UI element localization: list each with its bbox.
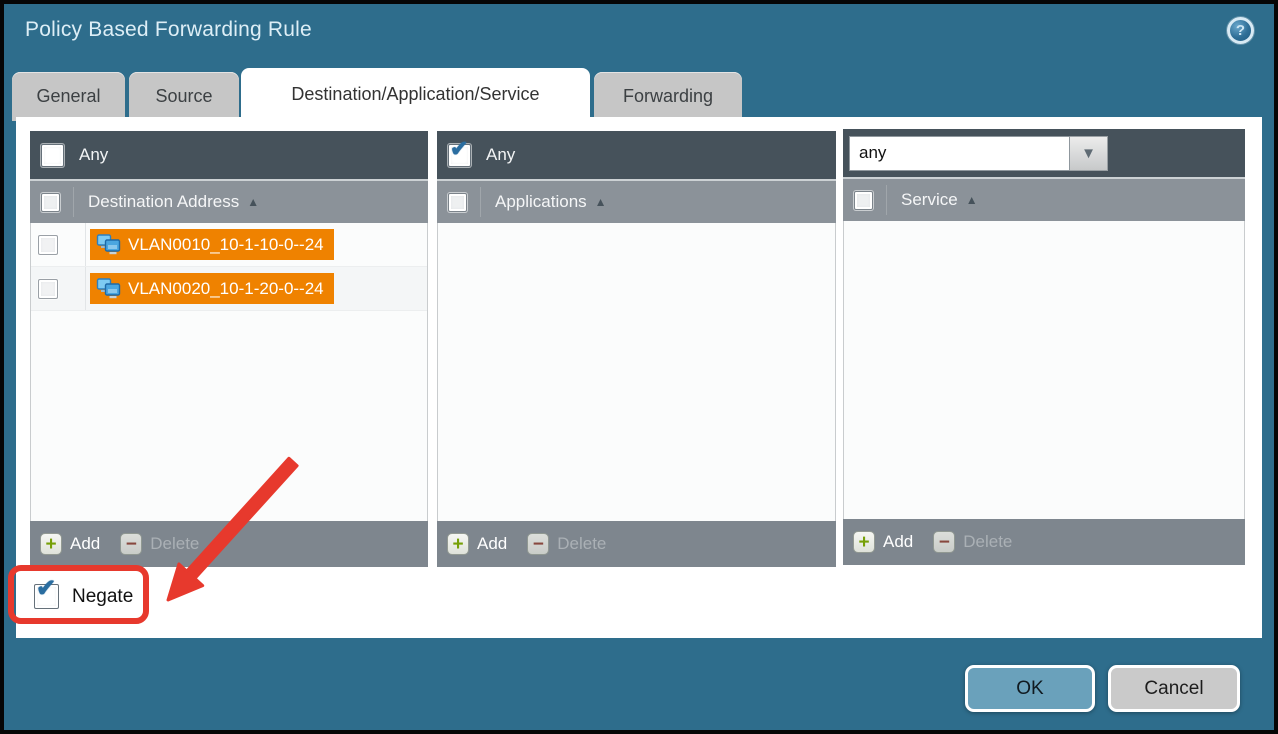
applications-any-checkbox[interactable]: ✔ xyxy=(448,144,471,167)
network-address-icon xyxy=(96,278,121,299)
applications-any-row: ✔ Any xyxy=(437,131,836,179)
dialog-title: Policy Based Forwarding Rule xyxy=(25,18,312,42)
delete-button[interactable]: − Delete xyxy=(933,531,1012,553)
destination-select-all-checkbox[interactable] xyxy=(41,193,60,212)
negate-control: ✔ Negate xyxy=(34,584,133,609)
service-dropdown-value[interactable]: any xyxy=(849,136,1070,171)
sort-ascending-icon: ▲ xyxy=(966,193,978,207)
address-object-chip[interactable]: VLAN0020_10-1-20-0--24 xyxy=(90,273,334,304)
add-icon: + xyxy=(447,533,469,555)
applications-header-title[interactable]: Applications ▲ xyxy=(480,187,607,217)
applications-any-label: Any xyxy=(486,145,515,165)
service-any-row: any ▼ xyxy=(843,129,1245,177)
negate-checkbox[interactable]: ✔ xyxy=(34,584,59,609)
delete-button[interactable]: − Delete xyxy=(120,533,199,555)
service-select-all-checkbox[interactable] xyxy=(854,191,873,210)
row-checkbox[interactable] xyxy=(38,279,58,299)
tab-source[interactable]: Source xyxy=(129,72,239,121)
cancel-button[interactable]: Cancel xyxy=(1108,665,1240,712)
destination-any-label: Any xyxy=(79,145,108,165)
add-icon: + xyxy=(853,531,875,553)
tab-content-panel: Any Destination Address ▲ xyxy=(16,117,1262,638)
applications-select-all-checkbox[interactable] xyxy=(448,193,467,212)
delete-button[interactable]: − Delete xyxy=(527,533,606,555)
help-icon[interactable]: ? xyxy=(1227,17,1254,44)
dropdown-arrow-icon[interactable]: ▼ xyxy=(1070,136,1108,171)
list-item[interactable]: VLAN0010_10-1-10-0--24 xyxy=(31,223,427,267)
add-icon: + xyxy=(40,533,62,555)
applications-header: Applications ▲ xyxy=(437,179,836,223)
add-button[interactable]: + Add xyxy=(447,533,507,555)
add-button[interactable]: + Add xyxy=(853,531,913,553)
address-object-chip[interactable]: VLAN0010_10-1-10-0--24 xyxy=(90,229,334,260)
policy-forwarding-dialog: Policy Based Forwarding Rule ? General S… xyxy=(4,4,1274,730)
service-footer: + Add − Delete xyxy=(843,519,1245,565)
tab-forwarding[interactable]: Forwarding xyxy=(594,72,742,121)
applications-footer: + Add − Delete xyxy=(437,521,836,567)
service-column: any ▼ Service ▲ + Add − Delete xyxy=(843,129,1245,565)
network-address-icon xyxy=(96,234,121,255)
destination-address-list: VLAN0010_10-1-10-0--24 VL xyxy=(30,223,428,521)
row-checkbox[interactable] xyxy=(38,235,58,255)
delete-icon: − xyxy=(120,533,142,555)
destination-address-header: Destination Address ▲ xyxy=(30,179,428,223)
applications-column: ✔ Any Applications ▲ + Add − Delete xyxy=(437,131,836,567)
negate-label: Negate xyxy=(72,586,133,608)
row-divider xyxy=(85,267,86,310)
destination-footer: + Add − Delete xyxy=(30,521,428,567)
service-header: Service ▲ xyxy=(843,177,1245,221)
applications-list xyxy=(437,223,836,521)
tab-general[interactable]: General xyxy=(12,72,125,121)
service-header-title[interactable]: Service ▲ xyxy=(886,185,978,215)
destination-any-checkbox[interactable] xyxy=(41,144,64,167)
destination-any-row: Any xyxy=(30,131,428,179)
sort-ascending-icon: ▲ xyxy=(247,195,259,209)
row-divider xyxy=(85,223,86,266)
service-list xyxy=(843,221,1245,519)
sort-ascending-icon: ▲ xyxy=(595,195,607,209)
service-dropdown[interactable]: any ▼ xyxy=(849,136,1108,171)
ok-button[interactable]: OK xyxy=(965,665,1095,712)
delete-icon: − xyxy=(933,531,955,553)
tab-destination-application-service[interactable]: Destination/Application/Service xyxy=(241,68,590,121)
delete-icon: − xyxy=(527,533,549,555)
destination-address-column: Any Destination Address ▲ xyxy=(30,131,428,567)
list-item[interactable]: VLAN0020_10-1-20-0--24 xyxy=(31,267,427,311)
destination-address-header-title[interactable]: Destination Address ▲ xyxy=(73,187,259,217)
add-button[interactable]: + Add xyxy=(40,533,100,555)
